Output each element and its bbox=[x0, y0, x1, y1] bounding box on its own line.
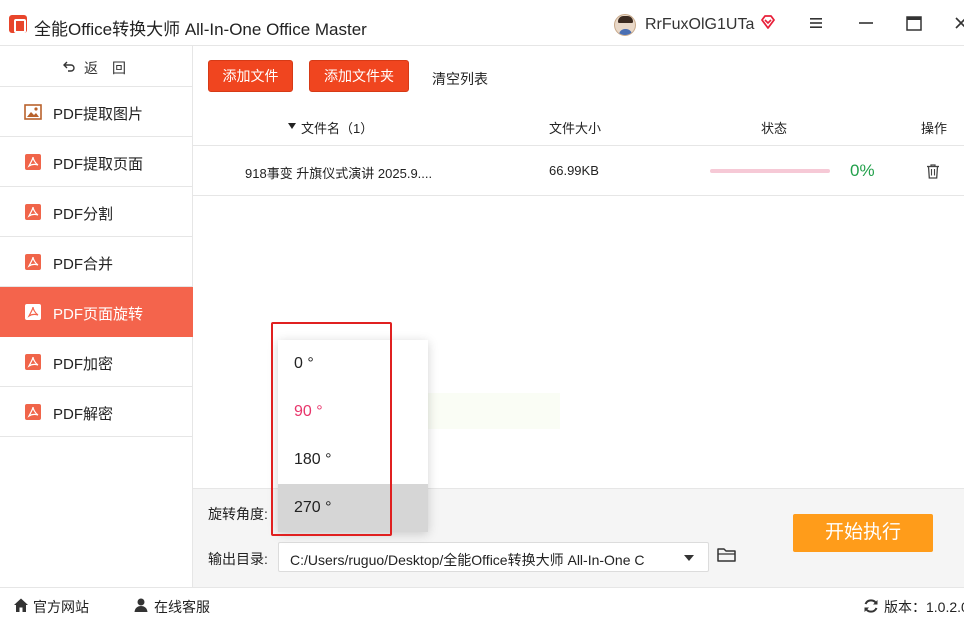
file-size: 66.99KB bbox=[549, 163, 599, 178]
sidebar-item-label: PDF加密 bbox=[53, 356, 114, 373]
angle-option-0[interactable]: 0 ° bbox=[278, 340, 428, 388]
file-table-header: 文件名（1） 文件大小 状态 操作 bbox=[193, 104, 964, 146]
title-bar: 全能Office转换大师 All-In-One Office Master Rr… bbox=[0, 0, 964, 46]
sidebar-item-extract-images[interactable]: PDF提取图片 bbox=[0, 87, 193, 137]
output-path: C:/Users/ruguo/Desktop/全能Office转换大师 All-… bbox=[290, 552, 645, 568]
file-name: 918事变 升旗仪式演讲 2025.9.... bbox=[245, 166, 433, 181]
sidebar-item-merge[interactable]: PDF合并 bbox=[0, 237, 193, 287]
clear-list-button[interactable]: 清空列表 bbox=[432, 69, 488, 89]
support-agent-icon bbox=[134, 598, 148, 612]
column-action: 操作 bbox=[921, 121, 948, 136]
trash-icon[interactable] bbox=[926, 163, 940, 179]
footer: 官方网站 在线客服 版本：1.0.2.0 bbox=[0, 587, 964, 621]
sidebar-item-decrypt[interactable]: PDF解密 bbox=[0, 387, 193, 437]
sidebar-item-encrypt[interactable]: PDF加密 bbox=[0, 337, 193, 387]
column-status: 状态 bbox=[761, 121, 788, 136]
start-button[interactable]: 开始执行 bbox=[793, 514, 933, 552]
sidebar-item-label: PDF合并 bbox=[53, 256, 114, 273]
user-avatar[interactable] bbox=[614, 14, 636, 36]
output-dir-select[interactable]: C:/Users/ruguo/Desktop/全能Office转换大师 All-… bbox=[278, 542, 709, 572]
website-link[interactable]: 官方网站 bbox=[33, 597, 89, 617]
sidebar-item-label: PDF页面旋转 bbox=[53, 306, 144, 323]
back-button[interactable]: 返回 bbox=[0, 46, 193, 87]
menu-icon[interactable] bbox=[808, 15, 824, 31]
sort-down-icon[interactable] bbox=[288, 123, 296, 129]
minimize-icon[interactable] bbox=[858, 15, 874, 31]
sidebar-item-label: PDF解密 bbox=[53, 406, 114, 423]
column-filesize: 文件大小 bbox=[549, 121, 602, 136]
sidebar-item-extract-pages[interactable]: PDF提取页面 bbox=[0, 137, 193, 187]
progress-bar bbox=[710, 169, 830, 173]
add-file-button[interactable]: 添加文件 bbox=[208, 60, 293, 92]
vip-diamond-icon[interactable] bbox=[760, 14, 776, 30]
rotate-angle-label: 旋转角度: bbox=[208, 506, 268, 522]
maximize-icon[interactable] bbox=[906, 16, 922, 31]
username[interactable]: RrFuxOlG1UTa bbox=[645, 16, 754, 34]
pdf-icon bbox=[25, 354, 41, 370]
sidebar-item-rotate[interactable]: PDF页面旋转 bbox=[0, 287, 193, 337]
back-label: 返回 bbox=[84, 60, 140, 76]
back-arrow-icon bbox=[63, 61, 75, 72]
add-folder-button[interactable]: 添加文件夹 bbox=[309, 60, 409, 92]
chevron-down-icon[interactable] bbox=[684, 555, 694, 561]
output-dir-label: 输出目录: bbox=[208, 551, 268, 567]
sidebar: 返回 PDF提取图片 PDF提取页面 PDF分割 PDF合并 PDF页面旋转 P… bbox=[0, 46, 193, 587]
pdf-icon bbox=[25, 304, 41, 320]
support-link[interactable]: 在线客服 bbox=[154, 597, 210, 617]
app-title: 全能Office转换大师 All-In-One Office Master bbox=[34, 20, 367, 39]
angle-option-180[interactable]: 180 ° bbox=[278, 436, 428, 484]
home-icon bbox=[14, 598, 28, 612]
sidebar-item-label: PDF分割 bbox=[53, 206, 114, 223]
refresh-icon[interactable] bbox=[863, 598, 879, 614]
close-icon[interactable] bbox=[955, 16, 964, 30]
pdf-icon bbox=[25, 254, 41, 270]
sidebar-item-split[interactable]: PDF分割 bbox=[0, 187, 193, 237]
sidebar-item-label: PDF提取页面 bbox=[53, 156, 144, 173]
image-icon bbox=[24, 104, 42, 120]
pdf-icon bbox=[25, 154, 41, 170]
column-filename[interactable]: 文件名（1） bbox=[301, 118, 373, 137]
angle-option-90[interactable]: 90 ° bbox=[278, 388, 428, 436]
pdf-icon bbox=[25, 204, 41, 220]
angle-option-270[interactable]: 270 ° bbox=[278, 484, 428, 532]
pdf-icon bbox=[25, 404, 41, 420]
background-watermark bbox=[405, 393, 560, 429]
folder-icon[interactable] bbox=[717, 546, 737, 564]
app-logo-icon bbox=[9, 15, 27, 33]
rotate-angle-dropdown: 0 ° 90 ° 180 ° 270 ° bbox=[278, 340, 428, 532]
version-label: 版本：1.0.2.0 bbox=[884, 599, 964, 615]
sidebar-item-label: PDF提取图片 bbox=[53, 106, 144, 123]
progress-percent: 0% bbox=[850, 161, 875, 180]
table-row[interactable]: 918事变 升旗仪式演讲 2025.9.... 66.99KB 0% bbox=[193, 146, 964, 196]
